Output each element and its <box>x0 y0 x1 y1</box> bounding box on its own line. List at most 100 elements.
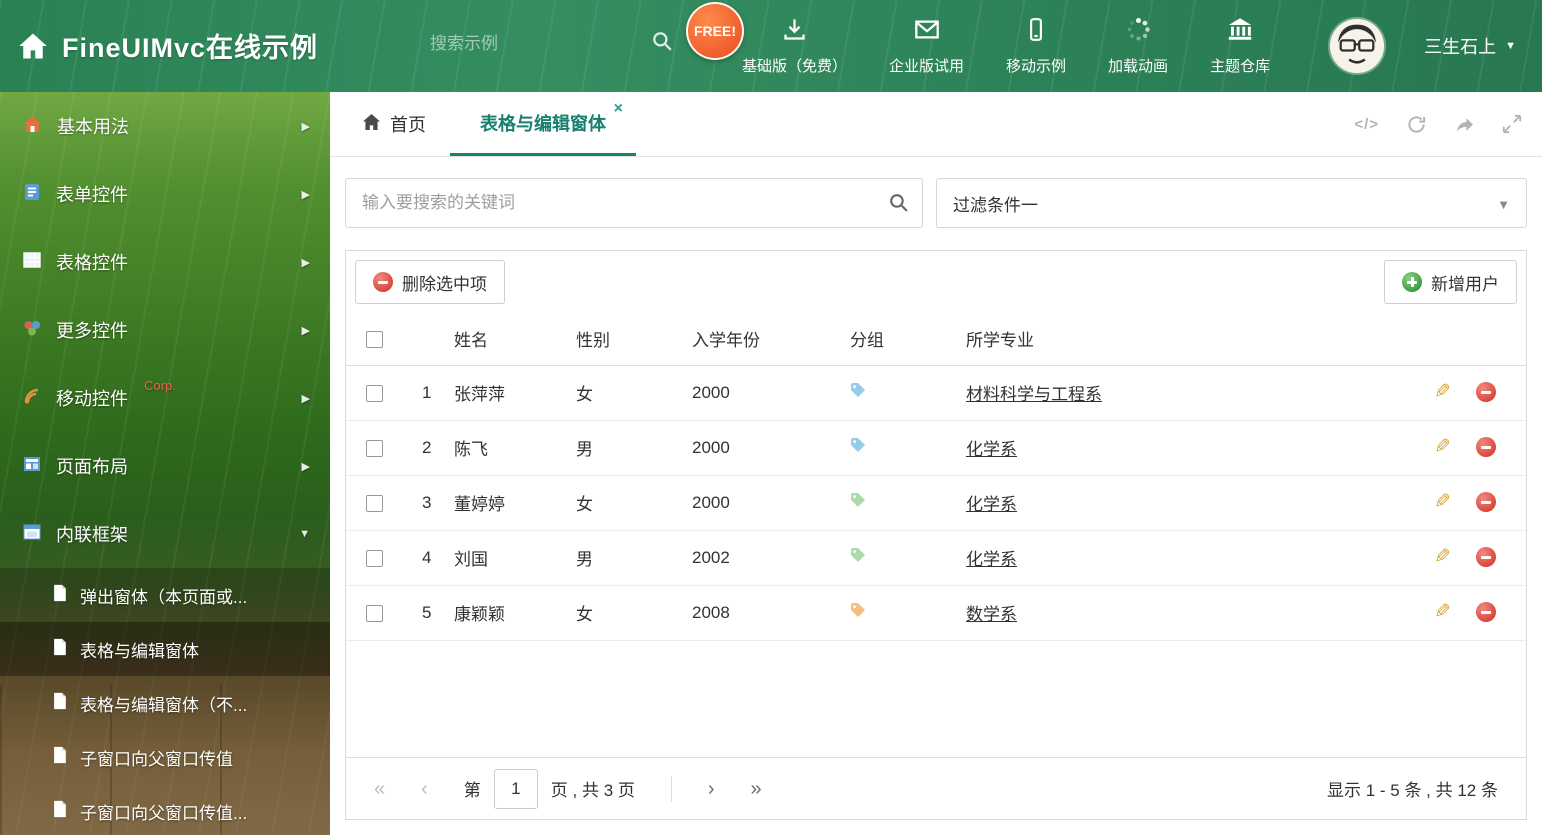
edit-icon[interactable]: ✎ <box>1434 436 1451 458</box>
select-all-checkbox[interactable] <box>366 330 383 348</box>
sidebar-subitem-grid-edit-window[interactable]: 表格与编辑窗体 <box>0 622 330 676</box>
table-row: 3 董婷婷 女 2000 化学系 ✎ <box>346 475 1526 531</box>
nav-item-enterprise-trial[interactable]: 企业版试用 <box>889 16 964 76</box>
cell-name: 陈飞 <box>446 420 568 476</box>
sidebar-item-mobile-controls[interactable]: 移动控件 Corp. ▶ <box>0 364 330 432</box>
column-header-index <box>402 313 446 366</box>
chevron-right-icon: ▶ <box>301 256 310 269</box>
row-checkbox[interactable] <box>366 439 383 457</box>
last-page-button[interactable]: » <box>751 779 762 799</box>
search-icon[interactable] <box>651 30 673 57</box>
widgets-icon <box>22 318 42 343</box>
sidebar-subitem-label: 子窗口向父窗口传值... <box>80 803 248 823</box>
delete-row-icon[interactable] <box>1476 382 1496 402</box>
nav-item-mobile-demo[interactable]: 移动示例 <box>1006 16 1066 76</box>
major-link[interactable]: 材料科学与工程系 <box>966 385 1102 404</box>
sidebar-subitem-label: 子窗口向父窗口传值 <box>80 749 233 769</box>
spinner-icon <box>1125 16 1152 48</box>
nav-item-basic-free[interactable]: 基础版（免费） <box>742 16 847 76</box>
refresh-icon[interactable] <box>1406 114 1427 135</box>
row-checkbox[interactable] <box>366 494 383 512</box>
tag-icon <box>850 547 866 568</box>
sidebar-item-iframe[interactable]: 内联框架 ▼ <box>0 500 330 568</box>
row-index: 1 <box>402 365 446 421</box>
header-search-input[interactable] <box>430 33 651 54</box>
sidebar-subitem-grid-edit-window-2[interactable]: 表格与编辑窗体（不... <box>0 676 330 730</box>
home-icon <box>18 32 48 60</box>
edit-icon[interactable]: ✎ <box>1434 491 1451 513</box>
next-page-button[interactable]: › <box>708 779 715 799</box>
chevron-right-icon: ▶ <box>301 460 310 473</box>
major-link[interactable]: 化学系 <box>966 495 1017 514</box>
major-link[interactable]: 化学系 <box>966 550 1017 569</box>
sidebar-subitem-child-to-parent[interactable]: 子窗口向父窗口传值 <box>0 730 330 784</box>
cell-name: 康颖颖 <box>446 585 568 641</box>
minus-icon <box>373 272 393 292</box>
filter-dropdown[interactable]: 过滤条件一 ▼ <box>936 178 1527 228</box>
data-table: 姓名 性别 入学年份 分组 所学专业 1 张萍萍 女 2000 材料科学与工程系… <box>346 313 1526 641</box>
cell-name: 张萍萍 <box>446 365 568 421</box>
sidebar-item-label: 表格控件 <box>56 253 128 273</box>
delete-row-icon[interactable] <box>1476 437 1496 457</box>
cell-gender: 女 <box>568 475 684 531</box>
delete-row-icon[interactable] <box>1476 602 1496 622</box>
keyword-search-input[interactable] <box>345 178 923 228</box>
edit-icon[interactable]: ✎ <box>1434 601 1451 623</box>
row-checkbox[interactable] <box>366 604 383 622</box>
share-icon[interactable] <box>1454 114 1475 135</box>
user-menu[interactable]: 三生石上 ▼ <box>1424 33 1516 59</box>
first-page-button[interactable]: « <box>374 779 385 799</box>
free-badge: FREE! <box>686 2 744 60</box>
edit-icon[interactable]: ✎ <box>1434 546 1451 568</box>
sidebar-subitem-popup-window[interactable]: 弹出窗体（本页面或... <box>0 568 330 622</box>
sidebar-item-form-controls[interactable]: 表单控件 ▶ <box>0 160 330 228</box>
table-row: 1 张萍萍 女 2000 材料科学与工程系 ✎ <box>346 365 1526 421</box>
tab-label: 首页 <box>390 115 426 135</box>
sidebar-item-grid-controls[interactable]: 表格控件 ▶ <box>0 228 330 296</box>
row-checkbox[interactable] <box>366 384 383 402</box>
brand[interactable]: FineUIMvc在线示例 <box>18 26 318 65</box>
table-row: 4 刘国 男 2002 化学系 ✎ <box>346 530 1526 586</box>
tab-grid-edit-window[interactable]: 表格与编辑窗体 × <box>450 92 636 156</box>
delete-row-icon[interactable] <box>1476 547 1496 567</box>
home-icon <box>22 114 43 139</box>
sidebar-item-more-controls[interactable]: 更多控件 ▶ <box>0 296 330 364</box>
view-source-icon[interactable]: </> <box>1354 116 1379 133</box>
frame-icon <box>22 522 42 547</box>
close-icon[interactable]: × <box>614 101 623 117</box>
file-icon <box>52 800 67 823</box>
sidebar-item-basic-usage[interactable]: 基本用法 ▶ <box>0 92 330 160</box>
record-count-summary: 显示 1 - 5 条 , 共 12 条 <box>1327 781 1498 800</box>
delete-row-icon[interactable] <box>1476 492 1496 512</box>
delete-selected-button[interactable]: 删除选中项 <box>355 260 505 304</box>
file-icon <box>52 584 67 607</box>
user-name: 三生石上 <box>1424 37 1497 57</box>
search-icon[interactable] <box>888 192 909 218</box>
header-search[interactable] <box>430 30 672 57</box>
user-avatar[interactable] <box>1330 19 1384 73</box>
page-input[interactable] <box>493 768 538 809</box>
add-user-button[interactable]: 新增用户 <box>1384 260 1517 304</box>
app-title: FineUIMvc在线示例 <box>62 33 319 63</box>
page-prefix-label: 第 <box>463 781 481 800</box>
row-checkbox[interactable] <box>366 549 383 567</box>
sidebar-subitem-label: 表格与编辑窗体（不... <box>80 695 248 715</box>
expand-icon[interactable] <box>1502 114 1522 134</box>
nav-item-theme-repo[interactable]: 主题仓库 <box>1210 16 1270 76</box>
table-row: 5 康颖颖 女 2008 数学系 ✎ <box>346 585 1526 641</box>
sidebar-subitem-child-to-parent-2[interactable]: 子窗口向父窗口传值... <box>0 784 330 835</box>
sidebar-item-label: 内联框架 <box>56 525 128 545</box>
sidebar-subitem-label: 表格与编辑窗体 <box>80 641 199 661</box>
chevron-right-icon: ▶ <box>301 324 310 337</box>
row-index: 2 <box>402 420 446 476</box>
nav-item-loading-animation[interactable]: 加载动画 <box>1108 16 1168 76</box>
prev-page-button[interactable]: ‹ <box>421 779 428 799</box>
major-link[interactable]: 化学系 <box>966 440 1017 459</box>
edit-icon[interactable]: ✎ <box>1434 381 1451 403</box>
column-header-name: 姓名 <box>446 313 568 366</box>
tab-home[interactable]: 首页 <box>330 92 450 156</box>
sidebar-item-page-layout[interactable]: 页面布局 ▶ <box>0 432 330 500</box>
major-link[interactable]: 数学系 <box>966 605 1017 624</box>
chevron-down-icon: ▼ <box>1497 197 1510 212</box>
sidebar-item-label: 基本用法 <box>57 117 129 137</box>
